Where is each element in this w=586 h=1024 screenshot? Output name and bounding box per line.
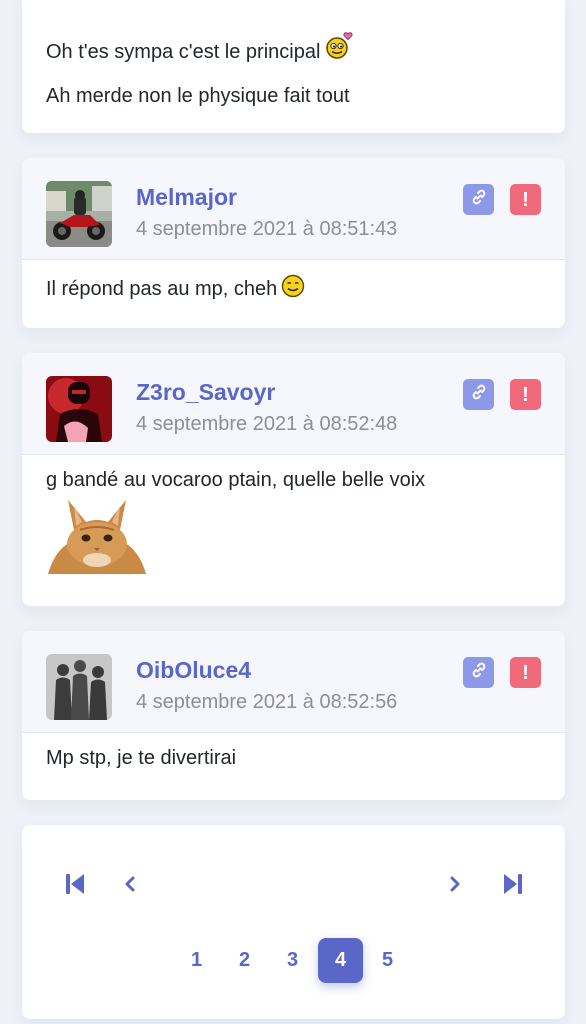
post-header: OibOluce4 4 septembre 2021 à 08:52:56 ! bbox=[22, 631, 565, 733]
post-author[interactable]: OibOluce4 bbox=[136, 657, 251, 684]
avatar[interactable] bbox=[46, 181, 112, 247]
avatar[interactable] bbox=[46, 376, 112, 442]
report-button[interactable]: ! bbox=[510, 379, 541, 410]
post-header: Z3ro_Savoyr 4 septembre 2021 à 08:52:48 … bbox=[22, 353, 565, 455]
first-page-button[interactable] bbox=[62, 873, 88, 899]
report-button[interactable]: ! bbox=[510, 657, 541, 688]
page-link-3[interactable]: 3 bbox=[270, 938, 315, 983]
report-icon: ! bbox=[522, 188, 529, 211]
report-icon: ! bbox=[522, 661, 529, 684]
post-header: Melmajor 4 septembre 2021 à 08:51:43 ! bbox=[22, 158, 565, 260]
post-content: Mp stp, je te divertirai bbox=[46, 747, 237, 769]
first-page-icon bbox=[63, 872, 87, 901]
page-link-1[interactable]: 1 bbox=[174, 938, 219, 983]
prev-page-icon bbox=[121, 875, 139, 898]
post-content: Il répond pas au mp, cheh bbox=[46, 274, 305, 304]
report-icon: ! bbox=[522, 383, 529, 406]
link-icon bbox=[470, 661, 488, 684]
post-date[interactable]: 4 septembre 2021 à 08:52:48 bbox=[136, 413, 397, 436]
permalink-button[interactable] bbox=[463, 379, 494, 410]
link-icon bbox=[470, 383, 488, 406]
post-card-previous: Oh t'es sympa c'est le principal Ah merd… bbox=[22, 0, 565, 133]
post-author[interactable]: Z3ro_Savoyr bbox=[136, 379, 275, 406]
cat-sticker-image[interactable] bbox=[46, 496, 148, 579]
next-page-button[interactable] bbox=[442, 873, 468, 899]
page-current[interactable]: 4 bbox=[318, 938, 363, 983]
avatar[interactable] bbox=[46, 654, 112, 720]
pagination: 1 2 3 4 5 bbox=[22, 825, 565, 1019]
post-card: Melmajor 4 septembre 2021 à 08:51:43 ! I… bbox=[22, 158, 565, 328]
permalink-button[interactable] bbox=[463, 184, 494, 215]
report-button[interactable]: ! bbox=[510, 184, 541, 215]
post-card: Z3ro_Savoyr 4 septembre 2021 à 08:52:48 … bbox=[22, 353, 565, 606]
page-number-list: 1 2 3 4 5 bbox=[22, 938, 565, 983]
link-icon bbox=[470, 188, 488, 211]
post-author[interactable]: Melmajor bbox=[136, 184, 237, 211]
post-text-line: Oh t'es sympa c'est le principal bbox=[46, 30, 354, 66]
page-link-2[interactable]: 2 bbox=[222, 938, 267, 983]
post-date[interactable]: 4 septembre 2021 à 08:52:56 bbox=[136, 691, 397, 714]
permalink-button[interactable] bbox=[463, 657, 494, 688]
prev-page-button[interactable] bbox=[117, 873, 143, 899]
post-text-line: Ah merde non le physique fait tout bbox=[46, 85, 350, 107]
next-page-icon bbox=[446, 875, 464, 898]
last-page-icon bbox=[501, 872, 525, 901]
post-date[interactable]: 4 septembre 2021 à 08:51:43 bbox=[136, 218, 397, 241]
smiley-heart-icon bbox=[324, 30, 354, 66]
smiley-icon bbox=[281, 274, 305, 304]
post-content: g bandé au vocaroo ptain, quelle belle v… bbox=[46, 469, 426, 491]
post-card: OibOluce4 4 septembre 2021 à 08:52:56 ! … bbox=[22, 631, 565, 800]
last-page-button[interactable] bbox=[500, 873, 526, 899]
page-link-5[interactable]: 5 bbox=[365, 938, 410, 983]
